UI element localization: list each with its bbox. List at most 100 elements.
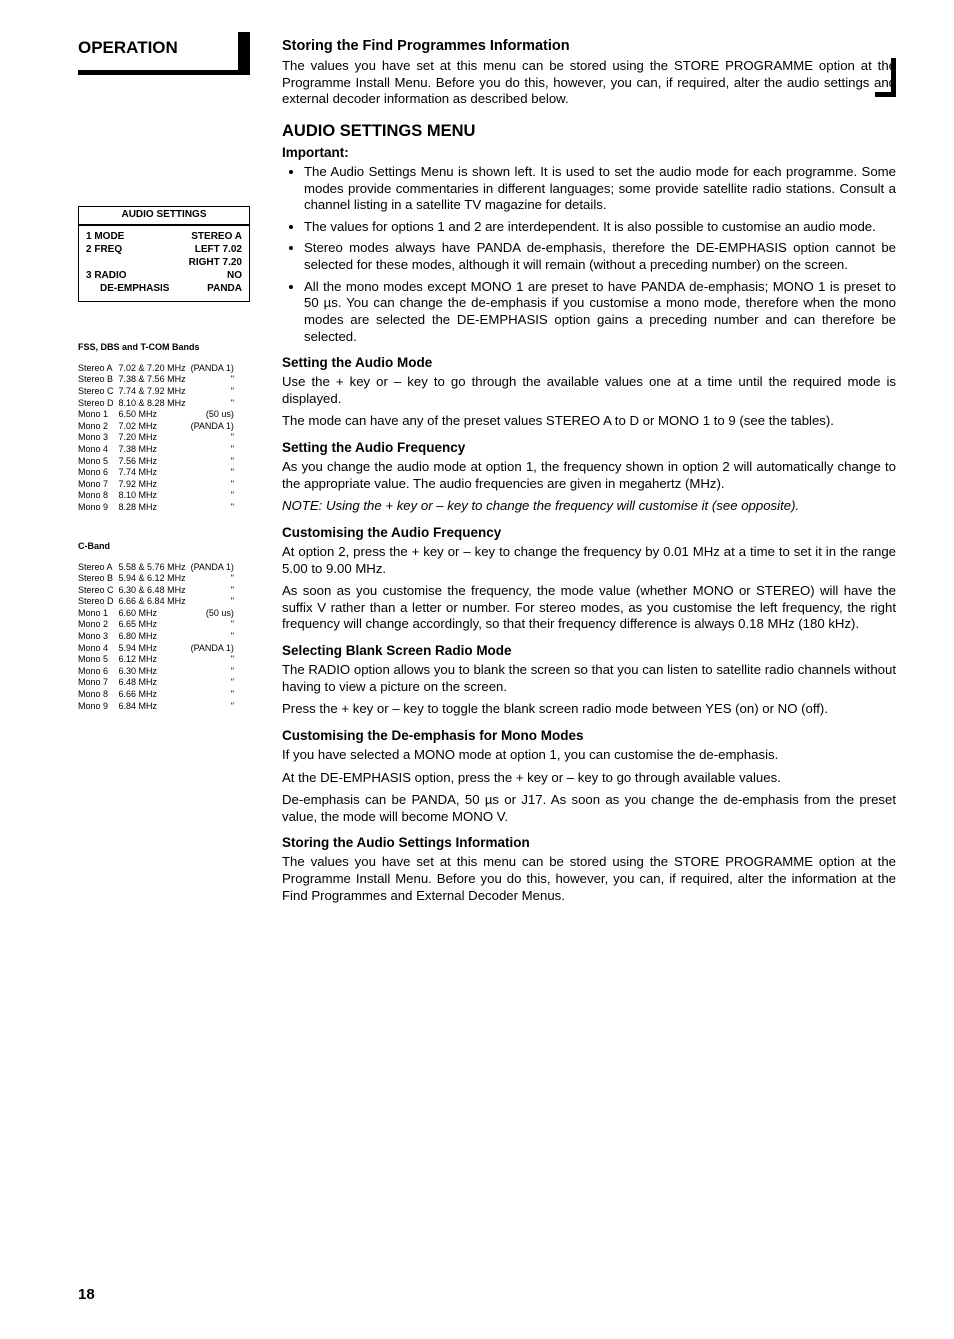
para-s5p3: De-emphasis can be PANDA, 50 µs or J17. … <box>282 792 896 825</box>
table-cell: 6.84 MHz <box>119 700 191 712</box>
menu-row-value: PANDA <box>181 282 242 295</box>
bullet-item: The Audio Settings Menu is shown left. I… <box>304 164 896 214</box>
table-cell: 7.02 MHz <box>119 420 191 432</box>
table-cell: " <box>191 572 239 584</box>
fss-table-heading: FSS, DBS and T-COM Bands <box>78 342 282 352</box>
para-s4p2: Press the + key or – key to toggle the b… <box>282 701 896 718</box>
menu-row-value: RIGHT 7.20 <box>181 256 242 269</box>
table-cell: (PANDA 1) <box>191 561 239 573</box>
table-cell: " <box>191 385 239 397</box>
table-cell: " <box>191 677 239 689</box>
table-cell: Mono 4 <box>78 642 119 654</box>
table-cell: (50 us) <box>191 607 239 619</box>
menu-box-title: AUDIO SETTINGS <box>79 207 249 226</box>
audio-settings-menu-box: AUDIO SETTINGS 1 MODESTEREO A2 FREQLEFT … <box>78 206 250 302</box>
table-cell: 6.48 MHz <box>119 677 191 689</box>
table-cell: " <box>191 443 239 455</box>
table-cell: " <box>191 584 239 596</box>
table-cell: 7.20 MHz <box>119 432 191 444</box>
table-cell: 7.74 MHz <box>119 466 191 478</box>
menu-row-value: NO <box>181 269 242 282</box>
para-s5p2: At the DE-EMPHASIS option, press the + k… <box>282 770 896 787</box>
para-s2p1: As you change the audio mode at option 1… <box>282 459 896 492</box>
table-cell: 6.80 MHz <box>119 630 191 642</box>
table-cell: Mono 7 <box>78 478 119 490</box>
table-cell: Mono 8 <box>78 688 119 700</box>
heading-set-audio-mode: Setting the Audio Mode <box>282 355 896 370</box>
table-cell: (PANDA 1) <box>191 420 239 432</box>
table-cell: 8.10 & 8.28 MHz <box>119 397 191 409</box>
para-s5p1: If you have selected a MONO mode at opti… <box>282 747 896 764</box>
table-cell: Mono 1 <box>78 408 119 420</box>
table-cell: Mono 6 <box>78 466 119 478</box>
table-cell: (PANDA 1) <box>191 362 239 374</box>
table-cell: Mono 9 <box>78 700 119 712</box>
heading-store-find: Storing the Find Programmes Information <box>282 38 896 54</box>
table-cell: " <box>191 432 239 444</box>
heading-audio-settings-menu: AUDIO SETTINGS MENU <box>282 122 896 141</box>
table-cell: Stereo C <box>78 584 119 596</box>
table-cell: 5.94 & 6.12 MHz <box>119 572 191 584</box>
menu-row-label: DE-EMPHASIS <box>86 282 181 295</box>
table-cell: " <box>191 397 239 409</box>
heading-blank-radio: Selecting Blank Screen Radio Mode <box>282 643 896 658</box>
table-cell: " <box>191 374 239 386</box>
para-s1p2: The mode can have any of the preset valu… <box>282 413 896 430</box>
page-number: 18 <box>78 1286 95 1303</box>
note-s2: NOTE: Using the + key or – key to change… <box>282 498 896 515</box>
table-cell: (50 us) <box>191 408 239 420</box>
heading-custom-audio-freq: Customising the Audio Frequency <box>282 525 896 540</box>
menu-row-label <box>86 256 181 269</box>
para-s3p2: As soon as you customise the frequency, … <box>282 583 896 633</box>
table-cell: 8.28 MHz <box>119 501 191 513</box>
table-cell: Mono 9 <box>78 501 119 513</box>
table-cell: 6.50 MHz <box>119 408 191 420</box>
table-cell: " <box>191 501 239 513</box>
important-bullets: The Audio Settings Menu is shown left. I… <box>282 164 896 345</box>
para-store-find: The values you have set at this menu can… <box>282 58 896 108</box>
fss-table: Stereo A7.02 & 7.20 MHz(PANDA 1)Stereo B… <box>78 362 239 513</box>
table-cell: Mono 3 <box>78 630 119 642</box>
table-cell: 7.02 & 7.20 MHz <box>119 362 191 374</box>
table-cell: 6.66 MHz <box>119 688 191 700</box>
table-cell: Stereo C <box>78 385 119 397</box>
table-cell: 7.38 MHz <box>119 443 191 455</box>
table-cell: 7.56 MHz <box>119 455 191 467</box>
table-cell: 6.30 & 6.48 MHz <box>119 584 191 596</box>
table-cell: Stereo B <box>78 374 119 386</box>
heading-store-audio-settings: Storing the Audio Settings Information <box>282 835 896 850</box>
menu-row-label: 1 MODE <box>86 230 181 243</box>
table-cell: " <box>191 619 239 631</box>
bullet-item: Stereo modes always have PANDA de-emphas… <box>304 240 896 273</box>
table-cell: Mono 6 <box>78 665 119 677</box>
table-cell: 7.92 MHz <box>119 478 191 490</box>
table-cell: 6.66 & 6.84 MHz <box>119 596 191 608</box>
table-cell: 6.30 MHz <box>119 665 191 677</box>
table-cell: 6.12 MHz <box>119 653 191 665</box>
heading-set-audio-freq: Setting the Audio Frequency <box>282 440 896 455</box>
table-cell: " <box>191 490 239 502</box>
table-cell: 6.65 MHz <box>119 619 191 631</box>
table-cell: Stereo B <box>78 572 119 584</box>
table-cell: " <box>191 596 239 608</box>
table-cell: " <box>191 700 239 712</box>
operation-heading: OPERATION <box>78 38 188 57</box>
table-cell: " <box>191 455 239 467</box>
table-cell: Mono 5 <box>78 455 119 467</box>
bullet-item: All the mono modes except MONO 1 are pre… <box>304 279 896 346</box>
table-cell: Mono 3 <box>78 432 119 444</box>
table-cell: Stereo A <box>78 561 119 573</box>
table-cell: 5.58 & 5.76 MHz <box>119 561 191 573</box>
table-cell: (PANDA 1) <box>191 642 239 654</box>
decor-bar-bottom <box>78 70 250 75</box>
table-cell: Mono 2 <box>78 420 119 432</box>
menu-row-value: STEREO A <box>181 230 242 243</box>
table-cell: 6.60 MHz <box>119 607 191 619</box>
table-cell: Stereo D <box>78 596 119 608</box>
cband-table-heading: C-Band <box>78 541 282 551</box>
table-cell: Mono 4 <box>78 443 119 455</box>
menu-row-value: LEFT 7.02 <box>181 243 242 256</box>
table-cell: 7.38 & 7.56 MHz <box>119 374 191 386</box>
heading-important: Important: <box>282 145 896 160</box>
table-cell: " <box>191 466 239 478</box>
